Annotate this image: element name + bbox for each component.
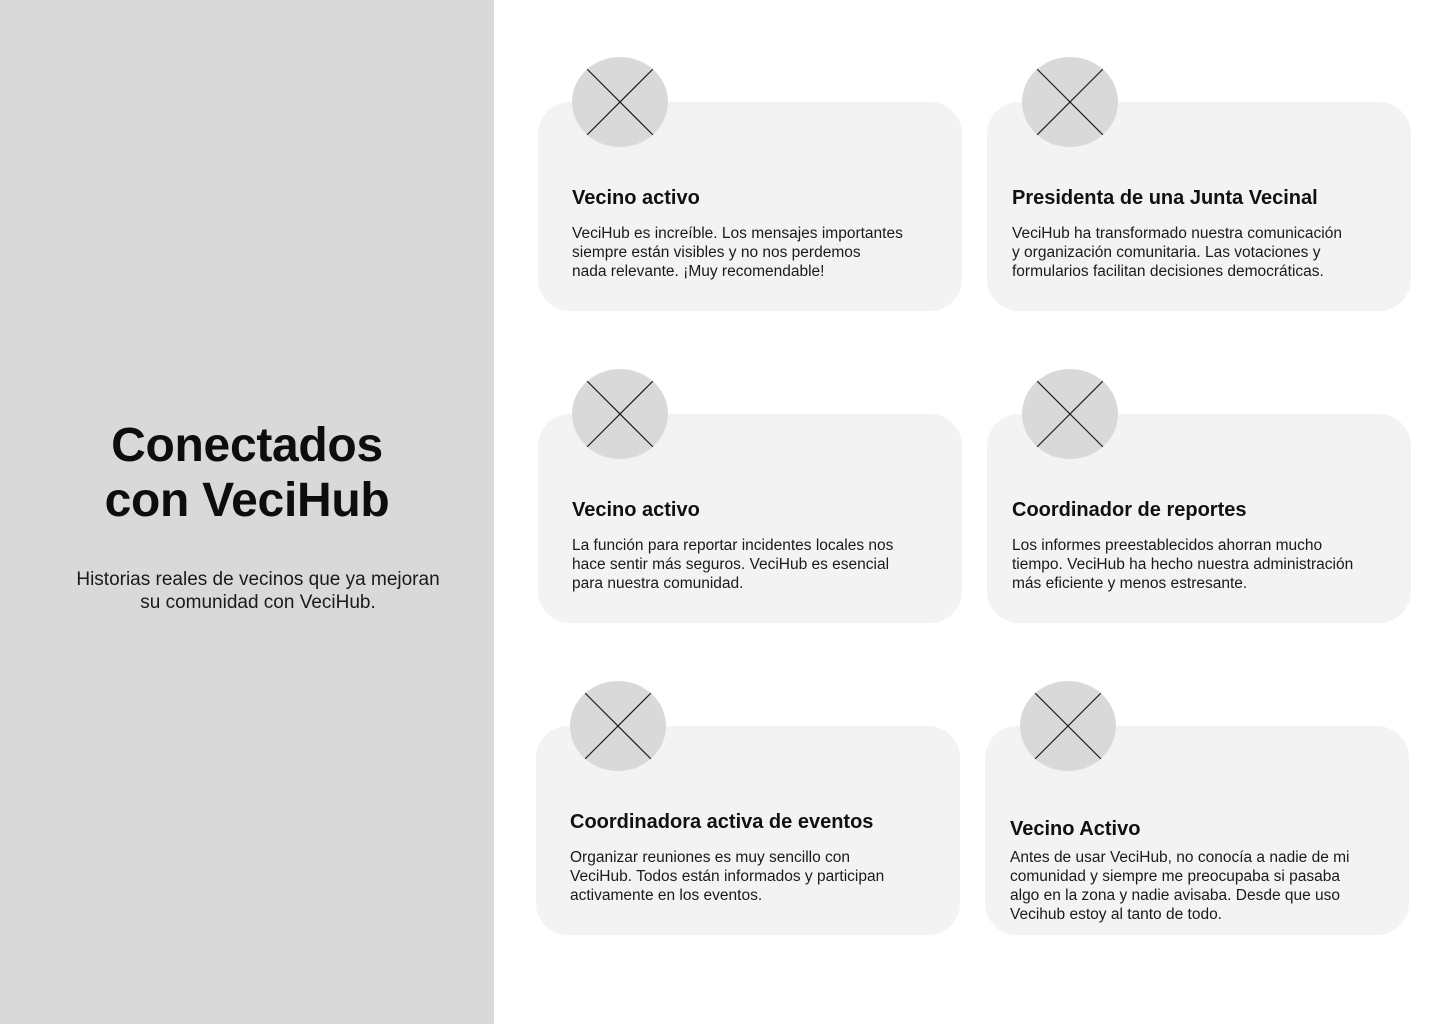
page-title-line-1: Conectados xyxy=(111,419,383,472)
image-placeholder-icon xyxy=(572,369,668,459)
image-placeholder-icon xyxy=(1022,57,1118,147)
image-placeholder-icon xyxy=(572,57,668,147)
page-subtitle-line-2: su comunidad con VeciHub. xyxy=(140,592,376,613)
testimonial-text: VeciHub ha transformado nuestra comunica… xyxy=(1012,225,1342,280)
page-subtitle: Historias reales de vecinos que ya mejor… xyxy=(40,568,476,614)
testimonial-role: Presidenta de una Junta Vecinal xyxy=(1012,187,1318,209)
testimonial-role: Coordinador de reportes xyxy=(1012,499,1247,521)
testimonial-role: Vecino activo xyxy=(572,187,700,209)
testimonial-text: La función para reportar incidentes loca… xyxy=(572,537,894,592)
image-placeholder-icon xyxy=(570,681,666,771)
testimonial-text: VeciHub es increíble. Los mensajes impor… xyxy=(572,225,903,280)
page-title: Conectados con VeciHub xyxy=(0,418,494,528)
page-subtitle-line-1: Historias reales de vecinos que ya mejor… xyxy=(76,569,440,590)
testimonial-role: Coordinadora activa de eventos xyxy=(570,811,874,833)
testimonial-role: Vecino activo xyxy=(572,499,700,521)
image-placeholder-icon xyxy=(1022,369,1118,459)
testimonial-text: Organizar reuniones es muy sencillo con … xyxy=(570,849,885,904)
hero-panel: Conectados con VeciHub Historias reales … xyxy=(0,0,494,1024)
testimonial-text: Los informes preestablecidos ahorran muc… xyxy=(1012,537,1354,592)
testimonial-text: Antes de usar VeciHub, no conocía a nadi… xyxy=(1010,849,1350,923)
image-placeholder-icon xyxy=(1020,681,1116,771)
page-title-line-2: con VeciHub xyxy=(104,474,390,527)
testimonial-role: Vecino Activo xyxy=(1010,818,1141,840)
